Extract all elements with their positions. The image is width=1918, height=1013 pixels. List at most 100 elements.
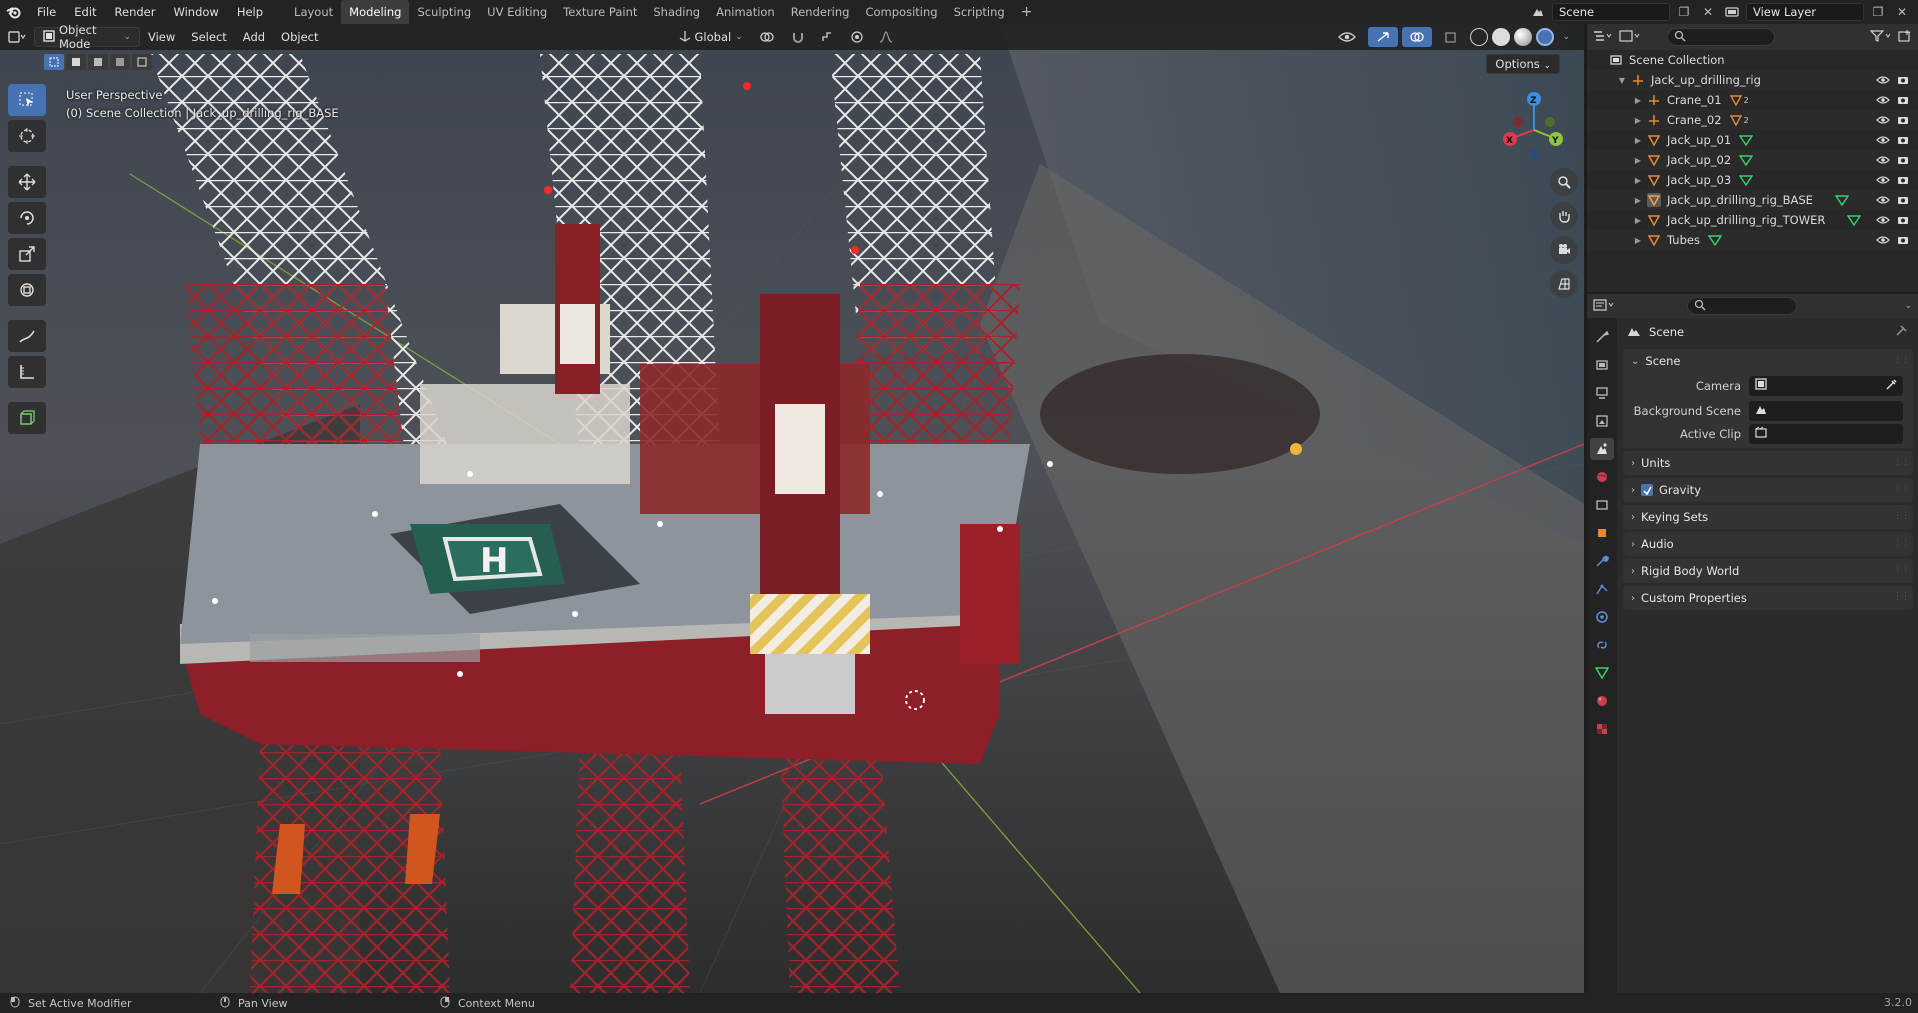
background-scene-field[interactable] [1749,400,1903,421]
gravity-panel-header[interactable]: › Gravity ⋮⋮ [1623,478,1913,502]
modifier-tab-icon[interactable] [1590,550,1614,572]
eye-icon[interactable] [1876,173,1890,187]
expand-right-icon[interactable]: ▶ [1633,156,1643,165]
expand-right-icon[interactable]: ▶ [1633,136,1643,145]
rigid-body-world-panel-header[interactable]: › Rigid Body World ⋮⋮ [1623,559,1913,583]
render-tab-icon[interactable] [1590,354,1614,376]
expand-down-icon[interactable]: ▼ [1617,76,1627,85]
outliner-row-tubes[interactable]: ▶ Tubes [1587,230,1918,250]
menu-object[interactable]: Object [273,27,326,47]
object-tab-icon[interactable] [1590,522,1614,544]
tool-tab-icon[interactable] [1590,326,1614,348]
close-icon[interactable]: ✕ [1892,3,1912,21]
custom-properties-panel-header[interactable]: › Custom Properties ⋮⋮ [1623,586,1913,610]
select-extend-icon[interactable] [66,54,86,70]
chevron-down-icon[interactable]: ⌄ [1558,32,1574,42]
view-layer-selector[interactable]: View Layer [1746,3,1864,21]
eye-icon[interactable] [1876,233,1890,247]
menu-add[interactable]: Add [235,27,273,47]
select-new-icon[interactable] [44,54,64,70]
pin-icon[interactable] [1895,325,1907,340]
display-mode-icon[interactable] [1619,29,1641,45]
eye-icon[interactable] [1876,113,1890,127]
expand-right-icon[interactable]: ▶ [1633,96,1643,105]
units-panel-header[interactable]: › Units ⋮⋮ [1623,451,1913,475]
gizmo-toggle-icon[interactable] [1368,27,1399,47]
snap-icon[interactable] [783,27,813,47]
outliner-row-jack-up-03[interactable]: ▶ Jack_up_03 [1587,170,1918,190]
drag-handle-icon[interactable]: ⋮⋮ [1893,355,1910,367]
eyedropper-icon[interactable] [1885,378,1897,394]
copy-icon[interactable]: ❐ [1674,3,1694,21]
xray-icon[interactable] [1436,27,1466,47]
move-tool-icon[interactable] [8,166,46,198]
data-tab-icon[interactable] [1590,662,1614,684]
select-box-tool-icon[interactable] [8,84,46,116]
expand-right-icon[interactable]: ▶ [1633,196,1643,205]
proportional-edit-icon[interactable] [843,27,871,47]
menu-view[interactable]: View [140,27,183,47]
view-layer-icon[interactable] [1722,3,1742,21]
material-tab-icon[interactable] [1590,690,1614,712]
expand-right-icon[interactable]: ▶ [1633,216,1643,225]
editor-type-button[interactable] [1593,298,1615,314]
camera-icon[interactable] [1896,73,1910,87]
outliner-row-crane-02[interactable]: ▶ Crane_02 2 [1587,110,1918,130]
tab-shading[interactable]: Shading [645,0,708,24]
tab-rendering[interactable]: Rendering [783,0,858,24]
pan-hand-icon[interactable] [1550,202,1578,230]
tab-modeling[interactable]: Modeling [341,0,410,24]
new-collection-icon[interactable] [1898,29,1912,45]
collection-tab-icon[interactable] [1590,494,1614,516]
camera-icon[interactable] [1896,93,1910,107]
falloff-icon[interactable] [871,27,901,47]
scene-icon[interactable] [1528,3,1548,21]
camera-icon[interactable] [1896,153,1910,167]
add-cube-tool-icon[interactable] [8,402,46,434]
view-layer-tab-icon[interactable] [1590,410,1614,432]
camera-icon[interactable] [1896,193,1910,207]
constraints-tab-icon[interactable] [1590,634,1614,656]
scale-tool-icon[interactable] [8,238,46,270]
cursor-tool-icon[interactable] [8,120,46,152]
eye-icon[interactable] [1876,133,1890,147]
audio-panel-header[interactable]: › Audio ⋮⋮ [1623,532,1913,556]
keying-sets-panel-header[interactable]: › Keying Sets ⋮⋮ [1623,505,1913,529]
wireframe-shading-icon[interactable] [1470,28,1489,46]
navigation-gizmo[interactable]: Z X Y [1490,84,1570,164]
material-shading-icon[interactable] [1514,28,1533,46]
tab-scripting[interactable]: Scripting [946,0,1013,24]
rotate-tool-icon[interactable] [8,202,46,234]
close-icon[interactable]: ✕ [1698,3,1718,21]
filter-icon[interactable] [1869,29,1892,45]
transform-orientation-selector[interactable]: Global ⌄ [671,27,751,47]
camera-field[interactable] [1749,375,1903,396]
menu-edit[interactable]: Edit [65,0,105,24]
transform-tool-icon[interactable] [8,274,46,306]
overlays-icon[interactable] [1402,27,1433,47]
tab-uv-editing[interactable]: UV Editing [479,0,555,24]
camera-icon[interactable] [1896,133,1910,147]
outliner-row-rig-tower[interactable]: ▶ Jack_up_drilling_rig_TOWER [1587,210,1918,230]
snap-target-icon[interactable] [813,27,843,47]
scene-panel-header[interactable]: ⌄ Scene ⋮⋮ [1623,349,1913,373]
chevron-down-icon[interactable]: ⌄ [1904,301,1912,311]
camera-icon[interactable] [1896,113,1910,127]
solid-shading-icon[interactable] [1492,28,1511,46]
tab-layout[interactable]: Layout [286,0,341,24]
visibility-icon[interactable] [1330,27,1364,47]
scene-tab-icon[interactable] [1590,438,1614,460]
tab-animation[interactable]: Animation [708,0,783,24]
eye-icon[interactable] [1876,213,1890,227]
zoom-icon[interactable] [1550,168,1578,196]
eye-icon[interactable] [1876,73,1890,87]
texture-tab-icon[interactable] [1590,718,1614,740]
tab-texture-paint[interactable]: Texture Paint [555,0,645,24]
select-invert-icon[interactable] [110,54,130,70]
drag-handle-icon[interactable]: ⋮⋮ [1893,538,1910,550]
options-button[interactable]: Options ⌄ [1486,54,1560,74]
menu-file[interactable]: File [28,0,65,24]
outliner-row-crane-01[interactable]: ▶ Crane_01 2 [1587,90,1918,110]
outliner-row-jack-up-01[interactable]: ▶ Jack_up_01 [1587,130,1918,150]
menu-window[interactable]: Window [164,0,227,24]
